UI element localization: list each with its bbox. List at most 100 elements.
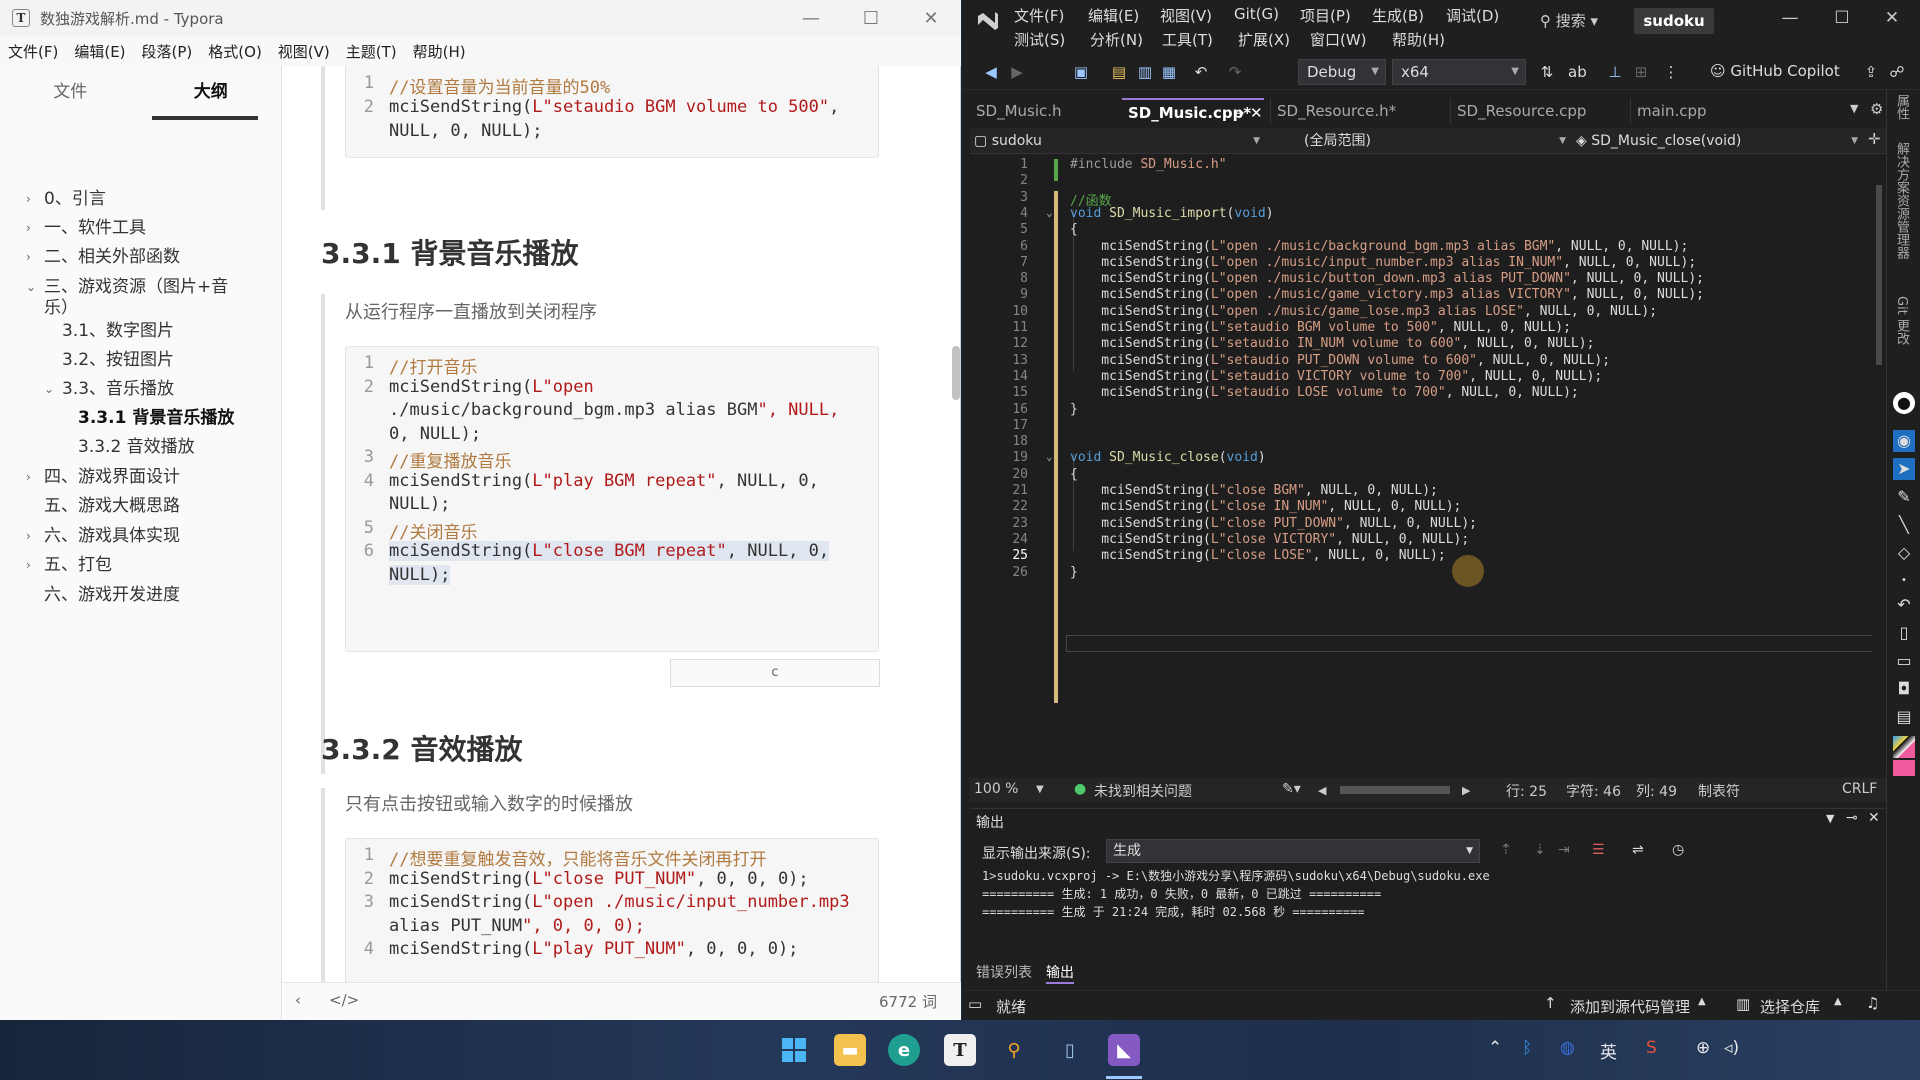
vs-menu-item[interactable]: 测试(S) bbox=[1014, 29, 1065, 50]
tab-error-list[interactable]: 错误列表 bbox=[976, 962, 1032, 982]
chevron-right-icon[interactable]: › bbox=[26, 466, 31, 488]
tab-sd-music-cpp[interactable]: SD_Music.cpp* ⊸ ✕ bbox=[1122, 98, 1264, 124]
toolbar-overflow-icon[interactable]: ⋮ bbox=[1662, 63, 1680, 81]
function-dropdown[interactable]: ◈ SD_Music_close(void) ▼ bbox=[1576, 130, 1862, 152]
solution-name[interactable]: sudoku bbox=[1634, 8, 1714, 34]
save-all-icon[interactable]: ▦ bbox=[1160, 63, 1178, 81]
menu-theme[interactable]: 主题(T) bbox=[338, 41, 405, 62]
word-wrap-icon[interactable]: ⇌ bbox=[1632, 842, 1644, 858]
vs-menu-item[interactable]: 分析(N) bbox=[1090, 29, 1143, 50]
vs-menu-item[interactable]: 窗口(W) bbox=[1310, 29, 1367, 50]
minimize-icon[interactable]: — bbox=[781, 0, 841, 36]
indent-mode[interactable]: 制表符 bbox=[1698, 781, 1740, 801]
prev-message-icon[interactable]: ⇡ bbox=[1500, 842, 1512, 858]
menu-help[interactable]: 帮助(H) bbox=[405, 41, 474, 62]
maximize-icon[interactable]: ☐ bbox=[1822, 8, 1862, 34]
sogou-ime-icon[interactable]: S bbox=[1646, 1038, 1657, 1058]
outline-item[interactable]: › 四、游戏界面设计 bbox=[26, 466, 180, 488]
breakpoint-icon[interactable]: ⊞ bbox=[1632, 63, 1650, 81]
output-source-dropdown[interactable]: 生成 ▼ bbox=[1106, 839, 1480, 863]
menu-file[interactable]: 文件(F) bbox=[0, 41, 66, 62]
word-count[interactable]: 6772 词 bbox=[879, 991, 937, 1012]
open-folder-icon[interactable]: ▤ bbox=[1110, 63, 1128, 81]
horizontal-scrollbar[interactable] bbox=[1340, 786, 1450, 794]
github-copilot-button[interactable]: ☺ GitHub Copilot bbox=[1710, 62, 1840, 80]
scope-dropdown[interactable]: (全局范围) ▼ bbox=[1304, 130, 1570, 152]
forward-icon[interactable]: ▶ bbox=[1008, 63, 1026, 81]
vs-search[interactable]: ⚲ 搜索 ▾ bbox=[1540, 10, 1598, 31]
col-number[interactable]: 列: 49 bbox=[1636, 781, 1677, 801]
file-explorer-icon[interactable]: ▬ bbox=[834, 1034, 866, 1066]
feedback-icon[interactable]: ☍ bbox=[1888, 63, 1906, 81]
menu-paragraph[interactable]: 段落(P) bbox=[134, 41, 201, 62]
toggle-sidebar-icon[interactable]: ‹ bbox=[295, 991, 301, 1009]
typora-editor[interactable]: 1 //设置音量为当前音量的50% 2 mciSendString(L"setaudi… bbox=[283, 66, 961, 982]
char-number[interactable]: 字符: 46 bbox=[1566, 781, 1621, 801]
scroll-right-icon[interactable]: ▶ bbox=[1462, 784, 1470, 797]
back-icon[interactable]: ◀ bbox=[982, 63, 1000, 81]
fold-chevron-icon[interactable]: ⌄ bbox=[1046, 450, 1053, 463]
clock-icon[interactable]: ◷ bbox=[1672, 842, 1684, 858]
tab-sd-resource-h[interactable]: SD_Resource.h* bbox=[1270, 98, 1448, 124]
notification-bell-icon[interactable]: ♫ bbox=[1866, 994, 1879, 1012]
trash-icon[interactable]: ▯ bbox=[1893, 622, 1915, 644]
start-windows-icon[interactable] bbox=[778, 1034, 810, 1066]
code-block[interactable]: 1 //设置音量为当前音量的50% 2 mciSendString(L"setaudi… bbox=[345, 66, 879, 158]
outline-item[interactable]: ⌄ 三、游戏资源（图片+音 bbox=[26, 276, 228, 298]
source-mode-icon[interactable]: </> bbox=[329, 991, 359, 1009]
outline-item[interactable]: 乐） bbox=[44, 297, 78, 319]
vs-menu-item[interactable]: Git(G) bbox=[1234, 5, 1279, 23]
tab-sd-resource-cpp[interactable]: SD_Resource.cpp bbox=[1450, 98, 1628, 124]
typora-app-icon[interactable]: T bbox=[944, 1034, 976, 1066]
vs-menu-item[interactable]: 编辑(E) bbox=[1088, 5, 1139, 26]
board-icon[interactable]: ▭ bbox=[1893, 650, 1915, 672]
rail-properties[interactable]: 属性 bbox=[1894, 94, 1911, 120]
share-icon[interactable]: ⇪ bbox=[1862, 63, 1880, 81]
color-swatch[interactable] bbox=[1893, 760, 1915, 776]
project-dropdown[interactable]: ▢ sudoku ▼ bbox=[974, 130, 1264, 152]
format-icon[interactable]: ⇅ bbox=[1538, 63, 1556, 81]
pointer-icon[interactable]: ➤ bbox=[1893, 458, 1915, 480]
chevron-right-icon[interactable]: › bbox=[26, 217, 31, 239]
new-project-icon[interactable]: ▣ bbox=[1072, 63, 1090, 81]
outline-item[interactable]: 3.1、数字图片 bbox=[62, 320, 174, 342]
tab-sd-music-h[interactable]: SD_Music.h bbox=[970, 98, 1114, 124]
settings-gear-icon[interactable]: ⚙ bbox=[1870, 100, 1883, 118]
outline-item[interactable]: 3.2、按钮图片 bbox=[62, 349, 174, 371]
ime-language[interactable]: 英 bbox=[1600, 1038, 1617, 1063]
typora-scrollbar[interactable] bbox=[952, 346, 960, 400]
scrollbar-thumb[interactable] bbox=[1876, 185, 1882, 365]
menu-format[interactable]: 格式(O) bbox=[200, 41, 270, 62]
color-palette-icon[interactable] bbox=[1893, 736, 1915, 758]
scroll-left-icon[interactable]: ◀ bbox=[1318, 784, 1326, 797]
pin-icon[interactable]: ⊸ bbox=[1234, 100, 1244, 126]
goto-message-icon[interactable]: ⇥ bbox=[1558, 842, 1570, 858]
vs-menu-item[interactable]: 项目(P) bbox=[1300, 5, 1351, 26]
close-icon[interactable]: ✕ bbox=[1868, 810, 1880, 826]
undo-icon[interactable]: ↶ bbox=[1192, 63, 1210, 81]
vs-menu-item[interactable]: 视图(V) bbox=[1160, 5, 1212, 26]
maximize-icon[interactable]: ☐ bbox=[841, 0, 901, 36]
minimize-icon[interactable]: — bbox=[1770, 8, 1810, 34]
volume-icon[interactable]: ◃) bbox=[1724, 1038, 1739, 1058]
split-icon[interactable]: ✛ bbox=[1868, 130, 1881, 148]
tab-list-dropdown-icon[interactable]: ▼ bbox=[1850, 102, 1858, 115]
outline-item[interactable]: ⌄ 3.3、音乐播放 bbox=[44, 378, 174, 400]
outline-item[interactable]: › 六、游戏具体实现 bbox=[26, 525, 180, 547]
dot-icon[interactable]: • bbox=[1893, 570, 1915, 592]
outline-item[interactable]: 五、游戏大概思路 bbox=[44, 495, 180, 517]
microphone-icon[interactable]: ◍ bbox=[1560, 1038, 1575, 1058]
search-app-icon[interactable]: ⚲ bbox=[998, 1034, 1030, 1066]
tab-outline[interactable]: 大纲 bbox=[141, 66, 282, 122]
clipboard-icon[interactable]: ▤ bbox=[1893, 706, 1915, 728]
code-language-selector[interactable]: c bbox=[670, 659, 880, 687]
zoom-level[interactable]: 100 % bbox=[974, 781, 1018, 797]
eye-icon[interactable]: ◉ bbox=[1893, 430, 1915, 452]
vs-menu-item[interactable]: 帮助(H) bbox=[1392, 29, 1445, 50]
tab-output[interactable]: 输出 bbox=[1046, 962, 1074, 984]
code-block[interactable]: 1 //打开音乐 2 mciSendString(L"open ./music/back… bbox=[345, 346, 879, 652]
camera-icon[interactable]: ◘ bbox=[1893, 678, 1915, 700]
vs-menu-item[interactable]: 生成(B) bbox=[1372, 5, 1424, 26]
code-editor[interactable]: 1 #include SD_Music.h" 2 3//函数 4 ⌄ void SD_Mus… bbox=[970, 155, 1886, 770]
spellcheck-icon[interactable]: ab bbox=[1568, 63, 1587, 81]
